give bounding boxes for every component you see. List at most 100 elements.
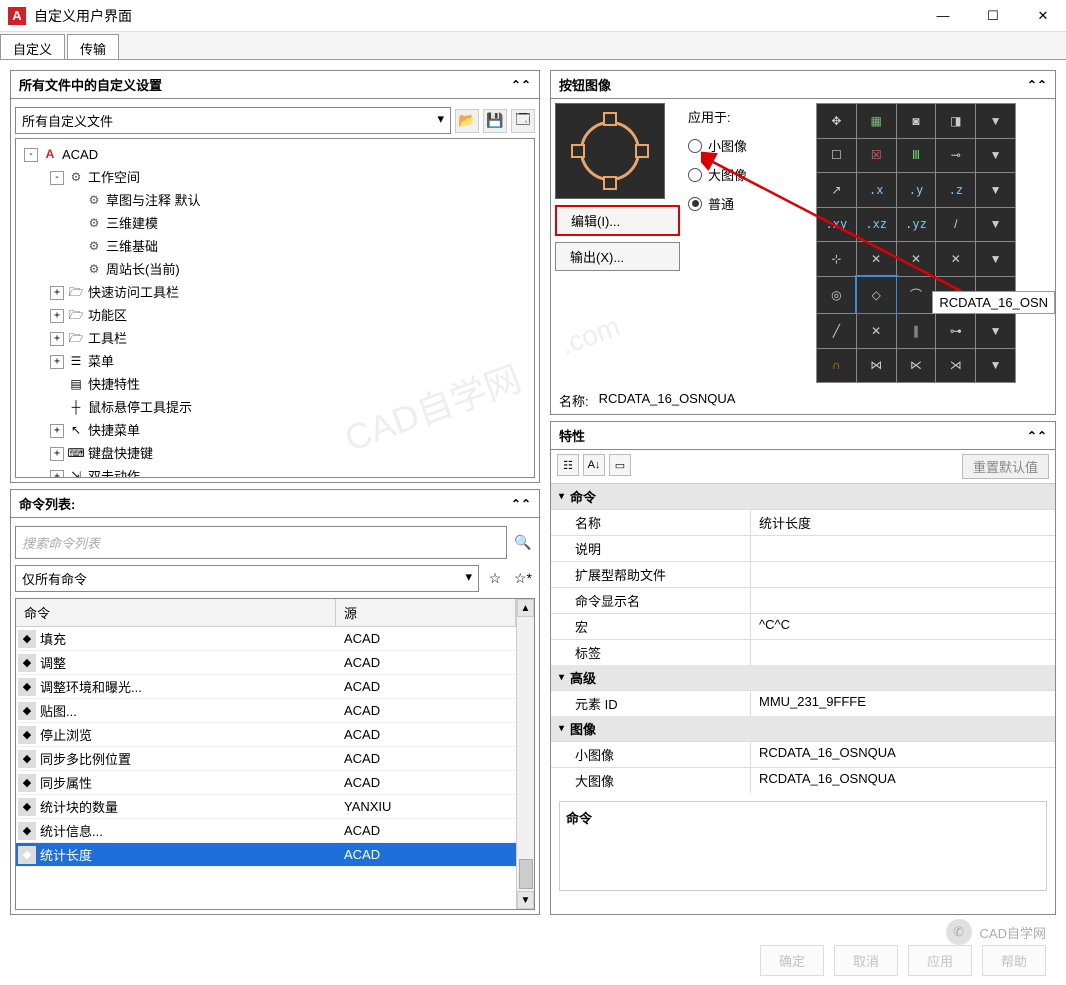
radio-large[interactable] (688, 168, 702, 182)
new-star-icon[interactable]: ☆* (511, 567, 535, 591)
save-icon[interactable]: 💾 (483, 109, 507, 133)
expander-icon[interactable]: - (50, 171, 64, 185)
open-file-icon[interactable]: 📂 (455, 109, 479, 133)
watermark-badge: ✆ CAD自学网 (946, 919, 1046, 945)
icon-palette[interactable]: ✥▦◙◨▼ ☐☒Ⅲ⊸▼ ↗.x.y.z▼ .xy.xz.yz/▼ ⊹✕✕✕▼ ◎… (816, 103, 1016, 383)
collapse-icon[interactable]: ⌃⌃ (511, 78, 531, 92)
scrollbar[interactable]: ▲ ▼ (516, 599, 534, 909)
window-title: 自定义用户界面 (34, 6, 928, 26)
expander-icon[interactable]: + (50, 470, 64, 479)
command-row[interactable]: ◆统计块的数量YANXIU (16, 795, 516, 819)
image-name-value: RCDATA_16_OSNQUA (599, 391, 736, 410)
expander-icon[interactable]: + (50, 424, 64, 438)
gear-icon: ⚙ (86, 239, 102, 255)
scroll-down-icon[interactable]: ▼ (517, 891, 534, 909)
save-all-icon[interactable]: 🗔 (511, 109, 535, 133)
expander-icon[interactable]: + (50, 332, 64, 346)
folder-icon: 🗁 (68, 331, 84, 347)
command-row[interactable]: ◆调整ACAD (16, 651, 516, 675)
ok-button[interactable]: 确定 (760, 945, 824, 976)
col-source[interactable]: 源 (336, 599, 516, 626)
apply-button[interactable]: 应用 (908, 945, 972, 976)
collapse-icon[interactable]: ⌃⌃ (1027, 429, 1047, 443)
apply-to-label: 应用于: (688, 107, 808, 126)
categorized-icon[interactable]: ☷ (557, 454, 579, 476)
button-image-title: 按钮图像 (559, 75, 611, 94)
command-icon: ◆ (18, 630, 36, 648)
expander-icon[interactable]: - (24, 148, 38, 162)
command-icon: ◆ (18, 654, 36, 672)
command-search-input[interactable]: 搜索命令列表 (15, 526, 507, 559)
chevron-down-icon[interactable]: ▾ (559, 723, 564, 734)
command-row[interactable]: ◆统计长度ACAD (16, 843, 516, 867)
customizations-panel: 所有文件中的自定义设置 ⌃⌃ 所有自定义文件 ▾ 📂 💾 🗔 -AACAD -⚙… (10, 70, 540, 483)
dblclick-icon: ⇲ (68, 469, 84, 479)
command-row[interactable]: ◆同步多比例位置ACAD (16, 747, 516, 771)
icon-tooltip: RCDATA_16_OSN (932, 291, 1055, 314)
name-label: 名称: (559, 391, 589, 410)
gear-icon: ⚙ (86, 216, 102, 232)
osnqua-icon (575, 116, 645, 186)
radio-both[interactable] (688, 197, 702, 211)
star-icon[interactable]: ☆ (483, 567, 507, 591)
expander-icon[interactable]: + (50, 286, 64, 300)
gear-icon: ⚙ (86, 193, 102, 209)
export-button[interactable]: 输出(X)... (555, 242, 680, 271)
help-button[interactable]: 帮助 (982, 945, 1046, 976)
col-command[interactable]: 命令 (16, 599, 336, 626)
scroll-up-icon[interactable]: ▲ (517, 599, 534, 617)
keyboard-icon: ⌨ (68, 446, 84, 462)
collapse-icon[interactable]: ⌃⌃ (511, 497, 531, 511)
menu-icon: ☰ (68, 354, 84, 370)
command-icon: ◆ (18, 798, 36, 816)
gear-icon: ⚙ (86, 262, 102, 278)
command-row[interactable]: ◆贴图...ACAD (16, 699, 516, 723)
command-icon: ◆ (18, 846, 36, 864)
command-row[interactable]: ◆同步属性ACAD (16, 771, 516, 795)
cursor-icon: ↖ (68, 423, 84, 439)
reset-defaults-button[interactable]: 重置默认值 (962, 454, 1049, 479)
close-button[interactable]: ✕ (1028, 4, 1058, 28)
expander-icon[interactable]: + (50, 447, 64, 461)
folder-icon: 🗁 (68, 285, 84, 301)
tooltip-icon: ┼ (68, 400, 84, 416)
command-filter-dropdown[interactable]: 仅所有命令 ▾ (15, 565, 479, 592)
command-icon: ◆ (18, 678, 36, 696)
app-logo-icon: A (8, 7, 26, 25)
expander-icon[interactable]: + (50, 309, 64, 323)
command-row[interactable]: ◆填充ACAD (16, 627, 516, 651)
dialog-footer: 确定 取消 应用 帮助 (0, 935, 1066, 985)
tab-customize[interactable]: 自定义 (0, 34, 65, 59)
properties-panel: 特性 ⌃⌃ ☷ A↓ ▭ 重置默认值 ▾命令 名称统计长度 说明 扩展型帮助文件… (550, 421, 1056, 915)
radio-small[interactable] (688, 139, 702, 153)
properties-icon: ▤ (68, 377, 84, 393)
folder-icon: 🗁 (68, 308, 84, 324)
gear-icon: ⚙ (68, 170, 84, 186)
cancel-button[interactable]: 取消 (834, 945, 898, 976)
properties-title: 特性 (559, 426, 585, 445)
command-row[interactable]: ◆停止浏览ACAD (16, 723, 516, 747)
command-icon: ◆ (18, 702, 36, 720)
scroll-thumb[interactable] (519, 859, 533, 889)
property-description: 命令 (559, 801, 1047, 891)
property-grid[interactable]: ▾命令 名称统计长度 说明 扩展型帮助文件 命令显示名 宏^C^C 标签 ▾高级… (551, 484, 1055, 793)
command-row[interactable]: ◆统计信息...ACAD (16, 819, 516, 843)
alphabetical-icon[interactable]: A↓ (583, 454, 605, 476)
main-tabs: 自定义 传输 (0, 32, 1066, 60)
prop-pages-icon[interactable]: ▭ (609, 454, 631, 476)
edit-button[interactable]: 编辑(I)... (555, 205, 680, 236)
expander-icon[interactable]: + (50, 355, 64, 369)
tab-transfer[interactable]: 传输 (67, 34, 119, 59)
search-icon[interactable]: 🔍 (511, 531, 535, 555)
chevron-down-icon[interactable]: ▾ (559, 672, 564, 683)
image-preview (555, 103, 665, 199)
command-row[interactable]: ◆调整环境和曝光...ACAD (16, 675, 516, 699)
chevron-down-icon[interactable]: ▾ (559, 491, 564, 502)
file-dropdown[interactable]: 所有自定义文件 ▾ (15, 107, 451, 134)
command-icon: ◆ (18, 822, 36, 840)
maximize-button[interactable]: ☐ (978, 4, 1008, 28)
collapse-icon[interactable]: ⌃⌃ (1027, 78, 1047, 92)
minimize-button[interactable]: — (928, 4, 958, 28)
command-icon: ◆ (18, 726, 36, 744)
customization-tree[interactable]: -AACAD -⚙工作空间 ⚙草图与注释 默认 ⚙三维建模 ⚙三维基础 ⚙周站长… (15, 138, 535, 478)
